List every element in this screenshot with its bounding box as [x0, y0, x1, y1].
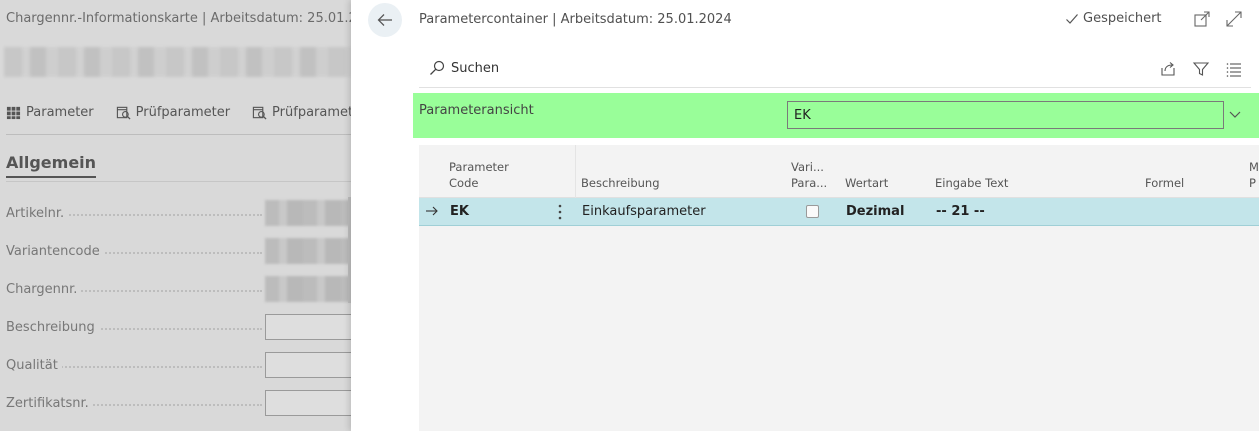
field-variantencode: Variantencode: [6, 238, 352, 264]
column-header-eingabe-text[interactable]: Eingabe Text: [935, 175, 1008, 191]
field-zertifikatsnr: Zertifikatsnr.: [6, 390, 352, 416]
column-header-truncated[interactable]: M P: [1249, 159, 1259, 191]
search-icon: [430, 60, 445, 75]
field-label: Variantencode: [6, 243, 104, 259]
row-menu-icon[interactable]: [552, 202, 568, 222]
field-label: Zertifikatsnr.: [6, 395, 93, 411]
current-row-arrow-icon: [426, 206, 438, 216]
background-page: Chargennr.-Informationskarte | Arbeitsda…: [0, 0, 352, 431]
checkmark-icon: [1066, 13, 1078, 24]
field-chargennr: Chargennr.: [6, 276, 352, 302]
dialog-title: Parametercontainer | Arbeitsdatum: 25.01…: [419, 12, 732, 27]
back-button[interactable]: [368, 3, 402, 37]
background-page-title: Chargennr.-Informationskarte | Arbeitsda…: [6, 11, 352, 26]
redacted-header-value: [4, 47, 352, 77]
search-button[interactable]: Suchen: [429, 60, 499, 76]
column-header-beschreibung[interactable]: Beschreibung: [581, 175, 660, 191]
parameter-view-label: Parameteransicht: [419, 103, 534, 118]
cell-parameter-code[interactable]: EK: [450, 204, 469, 219]
saved-status-label: Gespeichert: [1083, 11, 1162, 26]
arrow-left-icon: [377, 14, 392, 26]
cell-beschreibung[interactable]: Einkaufsparameter: [582, 204, 706, 219]
section-title-allgemein: Allgemein: [6, 153, 97, 178]
parametercontainer-dialog: Parametercontainer | Arbeitsdatum: 25.01…: [351, 0, 1259, 431]
field-input-beschreibung[interactable]: [265, 314, 352, 340]
field-artikelnr: Artikelnr.: [6, 200, 352, 226]
background-action-bar: Parameter Prüfparameter Prüfparameter: [6, 105, 352, 120]
section-divider: [6, 181, 352, 182]
parameter-view-select[interactable]: EK: [787, 101, 1224, 129]
field-qualitaet: Qualität: [6, 352, 352, 378]
column-header-parameter-code[interactable]: Parameter Code: [449, 159, 509, 191]
parameter-view-filter: Parameteransicht EK: [413, 93, 1259, 138]
table-row[interactable]: EK Einkaufsparameter Dezimal -- 21 --: [419, 198, 1259, 226]
share-icon[interactable]: [1159, 60, 1177, 78]
open-in-new-window-icon[interactable]: [1193, 10, 1211, 28]
field-label: Artikelnr.: [6, 205, 69, 221]
chevron-down-icon[interactable]: [1228, 107, 1242, 121]
cell-wertart[interactable]: Dezimal: [846, 204, 904, 219]
cell-varianten-parameter-checkbox[interactable]: [806, 205, 819, 218]
parameter-grid: Parameter Code Beschreibung Vari... Para…: [419, 145, 1259, 431]
search-label: Suchen: [451, 60, 500, 76]
field-label: Qualität: [6, 357, 62, 373]
column-header-varianten-parameter[interactable]: Vari... Para...: [791, 159, 827, 191]
cell-eingabe-text[interactable]: -- 21 --: [936, 204, 985, 219]
expand-icon[interactable]: [1225, 10, 1243, 28]
field-label: Chargennr.: [6, 281, 82, 297]
pruefparameter-action-label: Prüfparameter: [135, 105, 231, 120]
field-value-redacted: [265, 200, 352, 226]
list-view-icon[interactable]: [1225, 60, 1243, 78]
grid-icon: [6, 106, 21, 120]
inspect-icon: [252, 106, 267, 120]
parameter-action-label: Parameter: [26, 105, 94, 120]
field-label: Beschreibung: [6, 319, 99, 335]
column-header-formel[interactable]: Formel: [1145, 175, 1184, 191]
field-beschreibung: Beschreibung: [6, 314, 352, 340]
grid-header: Parameter Code Beschreibung Vari... Para…: [419, 145, 1259, 198]
column-header-wertart[interactable]: Wertart: [845, 175, 888, 191]
dialog-toolbar: Suchen: [419, 54, 1251, 88]
field-value-redacted: [265, 276, 352, 302]
pruefparameter-action-2[interactable]: Prüfparameter: [252, 105, 352, 120]
action-bar-divider: [6, 134, 352, 135]
filter-icon[interactable]: [1192, 60, 1210, 78]
field-value-redacted: [265, 238, 352, 264]
pruefparameter-action[interactable]: Prüfparameter: [116, 105, 230, 120]
inspect-icon: [116, 106, 131, 120]
parameter-action[interactable]: Parameter: [6, 105, 94, 120]
saved-status: Gespeichert: [1065, 11, 1162, 26]
pruefparameter-action-2-label: Prüfparameter: [272, 105, 352, 120]
field-input-qualitaet[interactable]: [265, 352, 352, 378]
field-input-zertifikatsnr[interactable]: [265, 390, 352, 416]
